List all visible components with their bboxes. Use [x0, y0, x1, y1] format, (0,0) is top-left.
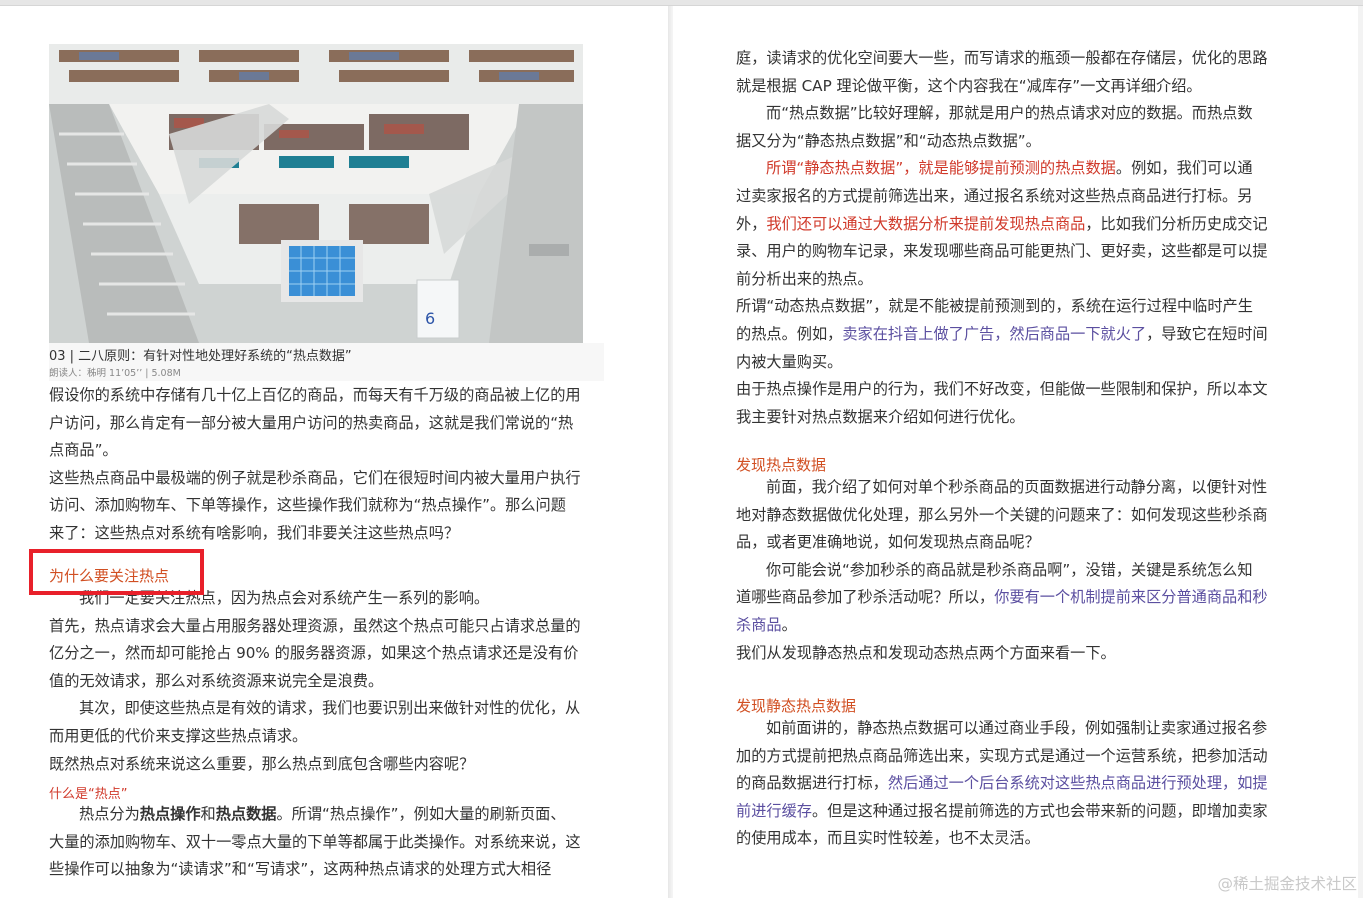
article-title: 03 | 二八原则：有针对性地处理好系统的“热点数据”	[49, 349, 352, 364]
paragraph-impact: 我们一定要关注热点，因为热点会对系统产生一系列的影响。 首先，热点请求会大量占用…	[49, 589, 581, 773]
paragraph-hotspot-types: 热点分为热点操作和热点数据。所谓“热点操作”，例如大量的刷新页面、 大量的添加购…	[49, 805, 581, 879]
right-page: 庭，读请求的优化空间要大一些，而写请求的瓶颈一般都在存储层，优化的思路 就是根据…	[673, 6, 1358, 898]
right-column-top: 庭，读请求的优化空间要大一些，而写请求的瓶颈一般都在存储层，优化的思路 就是根据…	[736, 49, 1268, 426]
heading-discover-static-hot-data: 发现静态热点数据	[736, 697, 857, 715]
watermark: @稀土掘金技术社区	[1217, 875, 1357, 893]
heading-what-is-hotspot: 什么是“热点”	[49, 787, 128, 802]
heading-discover-hot-data: 发现热点数据	[736, 456, 827, 474]
right-column-middle: 前面，我介绍了如何对单个秒杀商品的页面数据进行动静分离，以便针对性 地对静态数据…	[736, 478, 1268, 662]
left-page: 6 03 | 二八原则：有针对性地处理好系统的“热点数据” 朗读人：秭明 11’…	[0, 6, 668, 898]
library-photo: 6	[49, 44, 583, 343]
article-meta: 朗读人：秭明 11’05’’ | 5.08M	[49, 368, 181, 379]
paragraph-intro: 假设你的系统中存储有几十亿上百亿的商品，而每天有千万级的商品被上亿的用 户访问，…	[49, 386, 581, 542]
red-highlight-box	[29, 549, 204, 595]
svg-text:6: 6	[425, 309, 435, 328]
right-column-bottom: 如前面讲的，静态热点数据可以通过商业手段，例如强制让卖家通过报名参 加的方式提前…	[736, 719, 1268, 848]
